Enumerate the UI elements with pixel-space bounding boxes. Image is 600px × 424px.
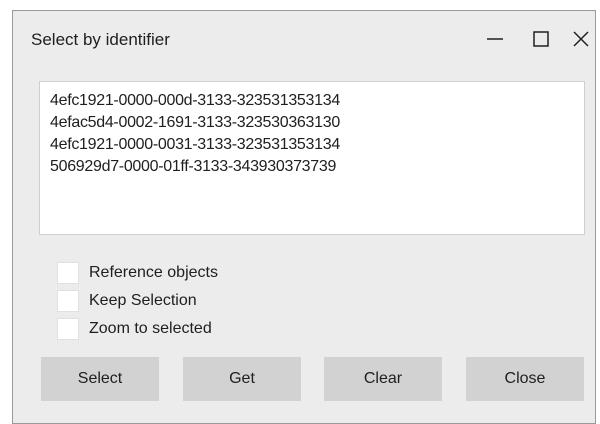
title-bar[interactable]: Select by identifier [13, 11, 595, 67]
maximize-icon [533, 31, 549, 47]
maximize-button[interactable] [521, 19, 561, 59]
close-icon [573, 31, 589, 47]
keep-selection-checkbox[interactable] [57, 290, 79, 312]
close-window-button[interactable] [561, 19, 600, 59]
keep-selection-label: Keep Selection [89, 292, 197, 309]
zoom-to-selected-label: Zoom to selected [89, 320, 212, 337]
close-button[interactable]: Close [466, 357, 584, 401]
identifier-line: 4efc1921-0000-000d-3133-323531353134 [50, 92, 340, 109]
reference-objects-checkbox[interactable] [57, 262, 79, 284]
minimize-button[interactable] [475, 19, 515, 59]
minimize-icon [487, 38, 503, 40]
reference-objects-option[interactable]: Reference objects [57, 261, 218, 285]
window-title: Select by identifier [31, 30, 170, 49]
zoom-to-selected-checkbox[interactable] [57, 318, 79, 340]
zoom-to-selected-option[interactable]: Zoom to selected [57, 317, 212, 341]
keep-selection-option[interactable]: Keep Selection [57, 289, 197, 313]
get-button[interactable]: Get [183, 357, 301, 401]
clear-button[interactable]: Clear [324, 357, 442, 401]
identifier-textarea[interactable]: 4efc1921-0000-000d-3133-323531353134 4ef… [39, 81, 585, 235]
identifier-line: 4efac5d4-0002-1691-3133-323530363130 [50, 114, 340, 131]
reference-objects-label: Reference objects [89, 264, 218, 281]
select-by-identifier-dialog: Select by identifier 4efc1921-0000-000d-… [12, 10, 596, 424]
identifier-line: 506929d7-0000-01ff-3133-343930373739 [50, 158, 337, 175]
select-button[interactable]: Select [41, 357, 159, 401]
identifier-line: 4efc1921-0000-0031-3133-323531353134 [50, 136, 340, 153]
